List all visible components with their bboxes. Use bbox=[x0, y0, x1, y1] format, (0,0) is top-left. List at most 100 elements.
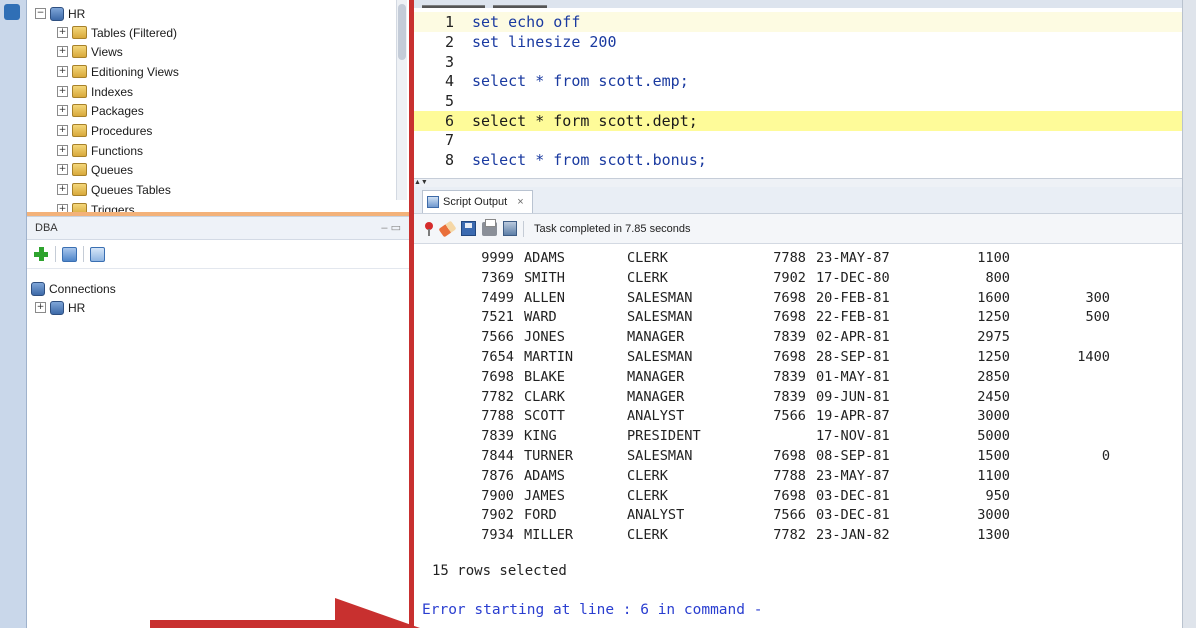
cell-ename: ALLEN bbox=[524, 289, 565, 306]
cell-job: CLERK bbox=[627, 527, 668, 544]
worksheet-tabs[interactable]: ▬▬▬▬▬▬▬ ▬▬▬▬▬▬ bbox=[414, 0, 1182, 8]
cell-job: CLERK bbox=[627, 250, 668, 266]
expand-icon[interactable]: + bbox=[57, 184, 68, 195]
cell-empno: 7839 bbox=[481, 428, 514, 445]
right-scroll-edge[interactable] bbox=[1182, 0, 1196, 628]
connections-node[interactable]: Connections bbox=[31, 279, 116, 298]
tree-item-views[interactable]: + Views bbox=[57, 42, 123, 61]
save-icon[interactable] bbox=[461, 221, 476, 236]
folder-icon bbox=[72, 45, 87, 58]
cell-comm: 500 bbox=[1085, 309, 1110, 326]
tree-root-label: HR bbox=[68, 6, 86, 21]
connection-hr[interactable]: + HR bbox=[35, 298, 85, 317]
cell-hiredate: 02-APR-81 bbox=[816, 329, 890, 346]
cell-hiredate: 23-JAN-82 bbox=[816, 527, 890, 544]
cell-empno: 7698 bbox=[481, 368, 514, 385]
cell-hiredate: 01-MAY-81 bbox=[816, 368, 890, 385]
open-file-icon[interactable] bbox=[503, 221, 517, 236]
script-output[interactable]: 9999 ADAMS CLERK 7788 23-MAY-87 1100 7369 SMITH… bbox=[414, 245, 1182, 628]
cell-sal: 1100 bbox=[977, 250, 1010, 266]
cell-mgr: 7698 bbox=[773, 309, 806, 326]
database-icon bbox=[50, 300, 64, 315]
tree-item-indexes[interactable]: + Indexes bbox=[57, 82, 133, 101]
cell-ename: BLAKE bbox=[524, 368, 565, 385]
folder-icon bbox=[72, 124, 87, 137]
cell-sal: 2975 bbox=[977, 329, 1010, 346]
cell-job: SALESMAN bbox=[627, 448, 693, 464]
code-text: set linesize 200 bbox=[472, 33, 617, 51]
expand-icon[interactable]: + bbox=[57, 204, 68, 212]
cell-ename: ADAMS bbox=[524, 250, 565, 266]
expand-icon[interactable]: + bbox=[57, 27, 68, 38]
tree-item-tables[interactable]: + Tables (Filtered) bbox=[57, 23, 177, 42]
sql-editor[interactable]: 1 set echo off 2 set linesize 200 3 4 se… bbox=[414, 8, 1182, 178]
navigator-icon[interactable] bbox=[4, 4, 20, 20]
connection-label: HR bbox=[68, 300, 86, 315]
tree-item-queues[interactable]: + Queues bbox=[57, 160, 133, 179]
tree-item-queues-tables[interactable]: + Queues Tables bbox=[57, 180, 171, 199]
toolbar-separator bbox=[55, 246, 56, 262]
output-toolbar: Task completed in 7.85 seconds bbox=[414, 214, 1182, 244]
cell-job: CLERK bbox=[627, 269, 668, 286]
rows-selected-summary: 15 rows selected bbox=[432, 563, 567, 579]
cell-hiredate: 09-JUN-81 bbox=[816, 388, 890, 405]
connections-icon bbox=[31, 281, 45, 296]
pin-icon[interactable] bbox=[424, 221, 434, 236]
tab-script-output[interactable]: Script Output × bbox=[422, 190, 533, 213]
cell-ename: SCOTT bbox=[524, 408, 565, 425]
line-number: 1 bbox=[444, 13, 454, 31]
clear-icon[interactable] bbox=[438, 220, 457, 237]
expand-icon[interactable]: + bbox=[57, 66, 68, 77]
cell-empno: 7369 bbox=[481, 269, 514, 286]
filter-icon[interactable] bbox=[90, 246, 105, 262]
cell-mgr: 7902 bbox=[773, 269, 806, 286]
tree-item-triggers[interactable]: + Triggers bbox=[57, 200, 135, 212]
collapse-icon[interactable]: − bbox=[35, 8, 46, 19]
scrollbar-thumb[interactable] bbox=[398, 4, 406, 60]
cell-job: CLERK bbox=[627, 467, 668, 484]
object-tree: − HR + Tables (Filtered) + Views + Editi… bbox=[27, 0, 409, 212]
cell-mgr: 7788 bbox=[773, 467, 806, 484]
cell-ename: FORD bbox=[524, 507, 557, 524]
cell-sal: 5000 bbox=[977, 428, 1010, 445]
cell-empno: 7934 bbox=[481, 527, 514, 544]
cell-ename: ADAMS bbox=[524, 467, 565, 484]
expand-icon[interactable]: + bbox=[57, 46, 68, 57]
tree-item-procedures[interactable]: + Procedures bbox=[57, 121, 152, 140]
refresh-icon[interactable] bbox=[62, 246, 77, 262]
folder-icon bbox=[72, 163, 87, 176]
code-text: select * from scott.bonus; bbox=[472, 151, 707, 169]
output-tabbar: Script Output × bbox=[414, 187, 1182, 214]
expand-icon[interactable]: + bbox=[57, 105, 68, 116]
cell-hiredate: 23-MAY-87 bbox=[816, 250, 890, 266]
cell-job: PRESIDENT bbox=[627, 428, 701, 445]
cell-sal: 2850 bbox=[977, 368, 1010, 385]
print-icon[interactable] bbox=[482, 218, 497, 236]
expand-icon[interactable]: + bbox=[57, 145, 68, 156]
schema-icon bbox=[50, 6, 64, 21]
close-icon[interactable]: × bbox=[517, 196, 523, 208]
tree-item-functions[interactable]: + Functions bbox=[57, 141, 143, 160]
tree-root-hr[interactable]: − HR bbox=[35, 4, 85, 23]
cell-mgr: 7698 bbox=[773, 487, 806, 504]
cell-hiredate: 19-APR-87 bbox=[816, 408, 890, 425]
cell-hiredate: 03-DEC-81 bbox=[816, 507, 890, 524]
cell-mgr: 7698 bbox=[773, 349, 806, 365]
tree-item-label: Triggers bbox=[91, 202, 135, 213]
error-message: Error starting at line : 6 in command - bbox=[422, 602, 763, 618]
minimize-icon[interactable]: – ▭ bbox=[381, 221, 401, 234]
expand-icon[interactable]: + bbox=[35, 302, 46, 313]
task-status: Task completed in 7.85 seconds bbox=[534, 222, 691, 235]
expand-icon[interactable]: + bbox=[57, 125, 68, 136]
code-line: 8 select * from scott.bonus; bbox=[414, 150, 1182, 170]
cell-job: CLERK bbox=[627, 487, 668, 504]
expand-icon[interactable]: + bbox=[57, 86, 68, 97]
tree-scrollbar[interactable] bbox=[396, 0, 407, 200]
cell-empno: 7566 bbox=[481, 329, 514, 346]
code-line: 4 select * from scott.emp; bbox=[414, 71, 1182, 91]
tree-item-editioning-views[interactable]: + Editioning Views bbox=[57, 62, 179, 81]
tree-item-packages[interactable]: + Packages bbox=[57, 101, 144, 120]
tree-item-label: Queues bbox=[91, 162, 134, 177]
add-connection-icon[interactable] bbox=[33, 246, 49, 262]
expand-icon[interactable]: + bbox=[57, 164, 68, 175]
